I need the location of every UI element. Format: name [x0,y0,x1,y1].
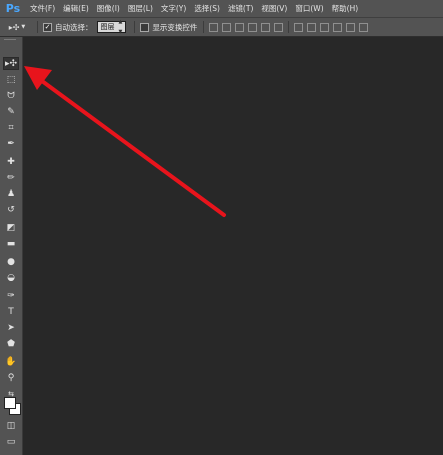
main-menu: 文件(F) 编辑(E) 图像(I) 图层(L) 文字(Y) 选择(S) 滤镜(T… [26,0,362,17]
healing-brush-tool[interactable]: ✚ [3,155,19,168]
chevron-down-icon: ▼ [21,24,26,30]
auto-select-value: 图层 [100,23,115,31]
pen-tool[interactable]: ✑ [3,289,19,302]
menu-select[interactable]: 选择(S) [190,0,224,17]
hand-tool[interactable]: ✋ [3,355,19,368]
eyedropper-tool[interactable]: ✒ [3,137,19,150]
menu-image[interactable]: 图像(I) [93,0,124,17]
shape-tool[interactable]: ⬟ [3,337,19,350]
auto-select-dropdown[interactable]: 图层 ▲ ▼ [96,19,127,35]
menu-view[interactable]: 视图(V) [257,0,291,17]
workspace-canvas[interactable] [23,37,443,455]
show-transform-label: 显示变换控件 [152,22,198,32]
menu-layer[interactable]: 图层(L) [124,0,157,17]
foreground-color-swatch[interactable] [4,397,16,409]
panel-grip[interactable] [4,39,16,42]
marquee-tool[interactable]: ⬚ [3,73,19,86]
divider [203,21,205,33]
align-vcenter-icon[interactable] [222,22,232,32]
eraser-tool[interactable]: ◩ [3,221,19,234]
blur-tool[interactable]: ● [3,255,19,268]
align-top-icon[interactable] [209,22,219,32]
align-bottom-icon[interactable] [235,22,245,32]
tool-preset-picker[interactable]: ▸✣ ▼ [0,18,34,36]
history-brush-tool[interactable]: ↺ [3,203,19,216]
auto-select-checkbox[interactable]: ✓ [43,22,52,32]
quick-select-tool[interactable]: ✎ [3,105,19,118]
align-right-icon[interactable] [274,22,284,32]
menu-filter[interactable]: 滤镜(T) [224,0,257,17]
divider [37,21,38,33]
quick-mask-icon[interactable]: ◫ [3,419,19,432]
zoom-tool[interactable]: ⚲ [3,371,19,384]
tools-panel: ▸✣ ⬚ ᗢ ✎ ⌗ ✒ ✚ ✏ ♟ ↺ ◩ ▬ ● ◒ ✑ T ➤ ⬟ ✋ ⚲ ⇆ ◫ ▭ [0,37,23,455]
color-swatches[interactable] [4,397,21,415]
align-hcenter-icon[interactable] [261,22,271,32]
distribute-left-icon[interactable] [333,22,343,32]
brush-tool[interactable]: ✏ [3,171,19,184]
distribute-right-icon[interactable] [359,22,369,32]
align-left-icon[interactable] [248,22,258,32]
auto-select-label: 自动选择： [55,22,93,32]
divider [288,21,290,33]
photoshop-logo[interactable]: Ps [0,0,26,17]
lasso-tool[interactable]: ᗢ [3,89,19,102]
menu-type[interactable]: 文字(Y) [157,0,190,17]
menu-bar: Ps 文件(F) 编辑(E) 图像(I) 图层(L) 文字(Y) 选择(S) 滤… [0,0,443,18]
show-transform-checkbox[interactable] [140,22,150,32]
dodge-tool[interactable]: ◒ [3,271,19,284]
type-tool[interactable]: T [3,305,19,318]
distribute-hcenter-icon[interactable] [346,22,356,32]
distribute-top-icon[interactable] [294,22,304,32]
dropdown-arrow-icon: ▲ ▼ [118,19,123,35]
crop-tool[interactable]: ⌗ [3,121,19,134]
menu-edit[interactable]: 编辑(E) [59,0,93,17]
clone-stamp-tool[interactable]: ♟ [3,187,19,200]
gradient-tool[interactable]: ▬ [3,237,19,250]
distribute-bottom-icon[interactable] [320,22,330,32]
distribute-vcenter-icon[interactable] [307,22,317,32]
menu-window[interactable]: 窗口(W) [291,0,327,17]
move-tool[interactable]: ▸✣ [3,57,19,70]
path-select-tool[interactable]: ➤ [3,321,19,334]
screen-mode-icon[interactable]: ▭ [3,435,19,448]
divider [134,21,136,33]
options-bar: ▸✣ ▼ ✓ 自动选择： 图层 ▲ ▼ 显示变换控件 [0,18,443,37]
move-tool-icon: ▸✣ [8,22,20,32]
menu-file[interactable]: 文件(F) [26,0,59,17]
menu-help[interactable]: 帮助(H) [328,0,363,17]
